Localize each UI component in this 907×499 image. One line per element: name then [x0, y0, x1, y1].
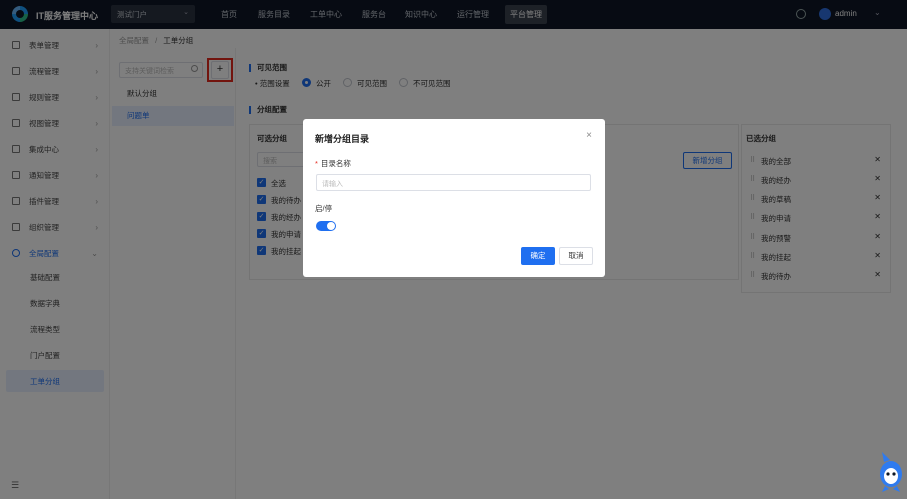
enable-toggle-label: 启/停 [315, 204, 333, 213]
cancel-button[interactable]: 取消 [559, 247, 593, 265]
new-group-directory-dialog: 新增分组目录 × * 目录名称 请输入 启/停 确定 取消 [303, 119, 605, 277]
directory-name-input[interactable]: 请输入 [316, 174, 591, 191]
directory-name-placeholder: 请输入 [322, 181, 343, 188]
directory-name-label-text: 目录名称 [320, 159, 351, 168]
confirm-button[interactable]: 确定 [521, 247, 555, 265]
toggle-knob [327, 222, 335, 230]
assistant-mascot-icon[interactable] [876, 450, 904, 494]
close-icon[interactable]: × [586, 130, 592, 141]
directory-name-label: * 目录名称 [315, 158, 351, 169]
enable-toggle[interactable] [316, 221, 336, 231]
required-mark: * [315, 159, 318, 168]
dialog-title: 新增分组目录 [315, 134, 370, 144]
